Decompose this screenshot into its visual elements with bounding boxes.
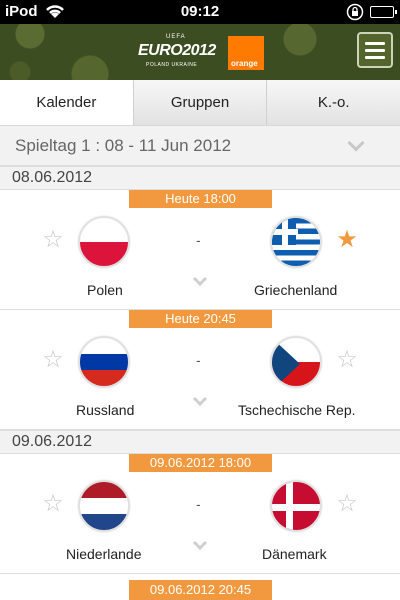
matchday-label: Spieltag 1 : 08 - 11 Jun 2012 bbox=[15, 135, 232, 155]
star-icon[interactable]: ☆ bbox=[335, 348, 359, 372]
chevron-down-icon[interactable] bbox=[192, 535, 208, 551]
orange-sponsor-logo: orange bbox=[228, 36, 264, 70]
euro2012-logo: UEFA EURO2012 POLAND UKRAINE bbox=[138, 34, 216, 68]
date-header: 08.06.2012 bbox=[0, 166, 400, 190]
away-team: Tschechische Rep. bbox=[238, 402, 356, 418]
kickoff-time: Heute 18:00 bbox=[129, 190, 272, 208]
home-team: Polen bbox=[87, 282, 123, 298]
star-icon[interactable]: ☆ bbox=[41, 348, 65, 372]
chevron-down-icon[interactable] bbox=[192, 391, 208, 407]
status-bar: iPod 09:12 bbox=[0, 0, 400, 24]
star-icon[interactable]: ☆ bbox=[335, 492, 359, 516]
matchday-selector[interactable]: Spieltag 1 : 08 - 11 Jun 2012 bbox=[0, 126, 400, 166]
app-header: UEFA EURO2012 POLAND UKRAINE orange bbox=[0, 24, 400, 80]
away-team: Dänemark bbox=[262, 546, 327, 562]
match-row[interactable]: Heute 18:00 ☆ - ★ Polen Griechenland bbox=[0, 190, 400, 310]
vs-separator: - bbox=[196, 352, 201, 368]
star-icon[interactable]: ☆ bbox=[41, 492, 65, 516]
chevron-down-icon[interactable] bbox=[347, 134, 365, 152]
flag-denmark bbox=[270, 480, 322, 532]
clock: 09:12 bbox=[180, 3, 220, 20]
chevron-down-icon[interactable] bbox=[192, 271, 208, 287]
home-team: Niederlande bbox=[66, 546, 142, 562]
tab-ko[interactable]: K.-o. bbox=[267, 80, 400, 125]
tab-kalender[interactable]: Kalender bbox=[0, 80, 134, 125]
kickoff-time: 09.06.2012 18:00 bbox=[129, 454, 272, 472]
battery-icon bbox=[370, 6, 397, 18]
flag-russia bbox=[78, 336, 130, 388]
vs-separator: - bbox=[196, 232, 201, 248]
tab-gruppen[interactable]: Gruppen bbox=[133, 80, 268, 125]
menu-button[interactable] bbox=[357, 32, 393, 68]
date-header: 09.06.2012 bbox=[0, 430, 400, 454]
flag-netherlands bbox=[78, 480, 130, 532]
kickoff-time: 09.06.2012 20:45 bbox=[129, 580, 272, 600]
flag-poland bbox=[78, 216, 130, 268]
match-row[interactable]: 09.06.2012 18:00 ☆ - ☆ Niederlande Dänem… bbox=[0, 454, 400, 574]
flag-czech-republic bbox=[270, 336, 322, 388]
match-row[interactable]: Heute 20:45 ☆ - ☆ Russland Tschechische … bbox=[0, 310, 400, 430]
tab-bar: Kalender Gruppen K.-o. bbox=[0, 80, 400, 126]
home-team: Russland bbox=[76, 402, 135, 418]
away-team: Griechenland bbox=[254, 282, 338, 298]
vs-separator: - bbox=[196, 496, 201, 512]
star-icon[interactable]: ☆ bbox=[41, 228, 65, 252]
flag-greece bbox=[270, 216, 322, 268]
star-filled-icon[interactable]: ★ bbox=[335, 228, 359, 252]
kickoff-time: Heute 20:45 bbox=[129, 310, 272, 328]
rotation-lock-icon bbox=[346, 3, 364, 21]
